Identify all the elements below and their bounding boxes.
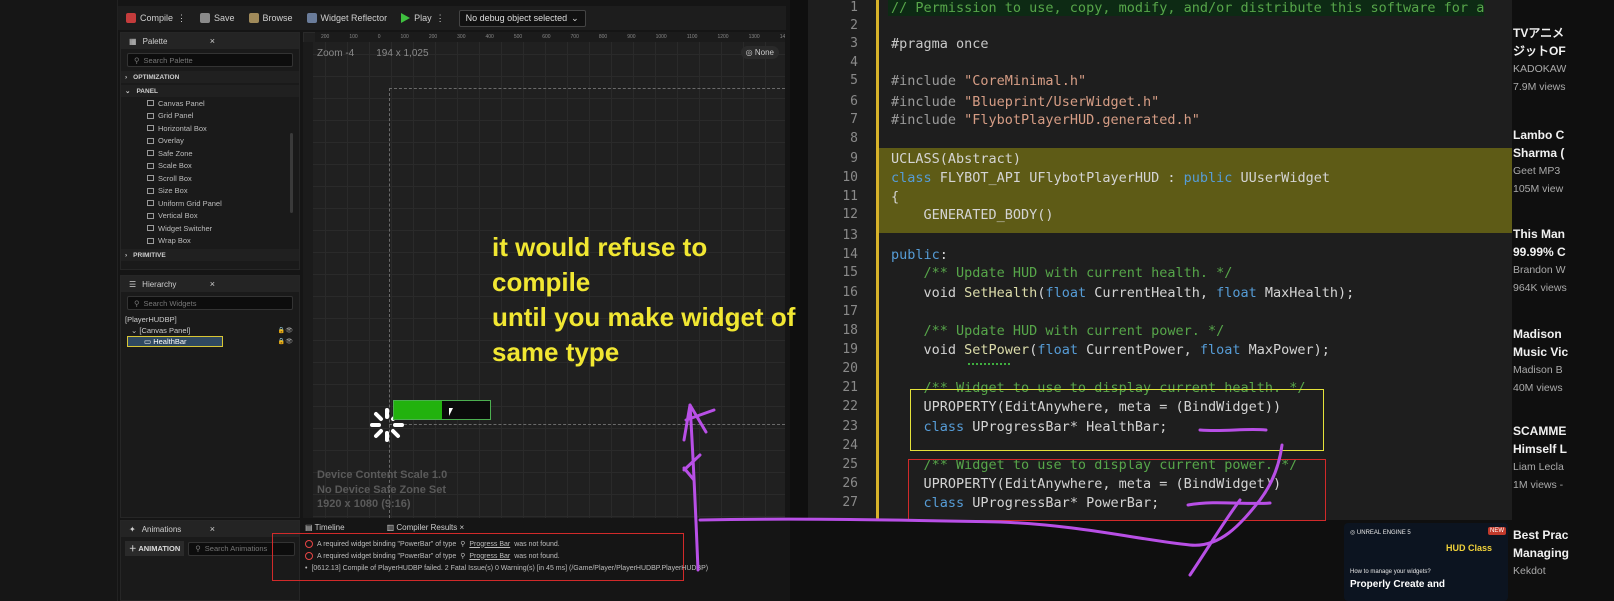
scribble-line <box>698 443 1284 547</box>
scribble-underline <box>1198 427 1268 433</box>
scribble-overlay <box>682 403 1284 577</box>
scribble-arrow <box>682 403 716 572</box>
scribble-loop <box>1186 498 1272 577</box>
